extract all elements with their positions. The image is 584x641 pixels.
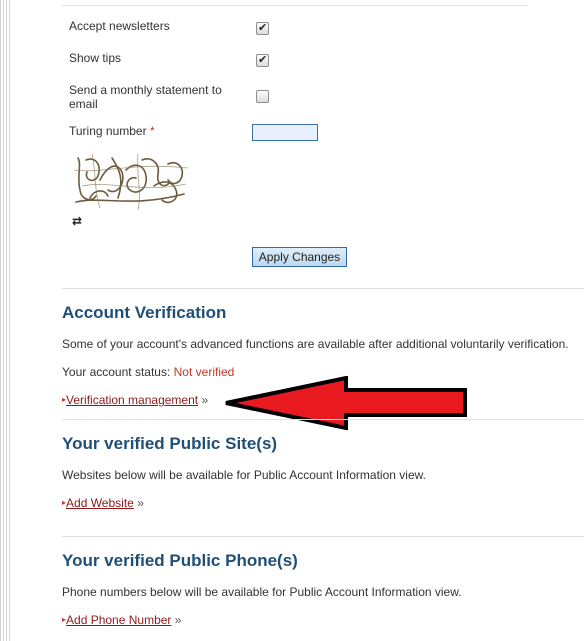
section-divider (62, 419, 584, 420)
verification-management-row: ▸Verification management » (62, 393, 208, 407)
turing-number-input[interactable] (252, 124, 318, 141)
public-sites-description: Websites below will be available for Pub… (62, 468, 426, 482)
account-status-label: Your account status: (62, 365, 171, 379)
add-phone-number-link[interactable]: Add Phone Number (66, 613, 171, 627)
link-suffix: » (137, 496, 144, 510)
apply-changes-button[interactable]: Apply Changes (252, 247, 347, 267)
public-sites-title: Your verified Public Site(s) (62, 434, 278, 453)
monthly-statement-label: Send a monthly statement to email (69, 83, 222, 111)
bullet-icon: ▸ (62, 395, 67, 404)
refresh-icon[interactable]: ⇄ (72, 214, 82, 228)
add-website-link[interactable]: Add Website (66, 496, 134, 510)
verification-management-link[interactable]: Verification management (66, 393, 198, 407)
bullet-icon: ▸ (62, 498, 67, 507)
turing-number-label-text: Turing number (69, 124, 147, 138)
left-border-strip (0, 0, 12, 641)
top-divider (62, 5, 528, 6)
check-icon: ✔ (258, 53, 268, 66)
turing-number-label: Turing number * (69, 124, 155, 138)
show-tips-checkbox[interactable]: ✔ (256, 53, 269, 67)
monthly-statement-checkbox[interactable] (256, 90, 269, 103)
section-divider (62, 288, 584, 289)
bullet-icon: ▸ (62, 615, 67, 624)
monthly-statement-label-line1: Send a monthly statement to (69, 83, 222, 97)
red-arrow-icon (225, 376, 467, 430)
account-verification-title: Account Verification (62, 303, 227, 322)
captcha-image (73, 153, 189, 211)
show-tips-label: Show tips (69, 51, 122, 65)
account-verification-description: Some of your account's advanced function… (62, 337, 569, 351)
accept-newsletters-checkbox[interactable]: ✔ (256, 21, 269, 35)
add-website-row: ▸Add Website » (62, 496, 144, 510)
public-phones-title: Your verified Public Phone(s) (62, 551, 298, 570)
accept-newsletters-label: Accept newsletters (69, 19, 170, 33)
monthly-statement-label-line2: email (69, 97, 98, 111)
section-divider (62, 536, 584, 537)
required-marker: * (149, 124, 155, 138)
public-phones-description: Phone numbers below will be available fo… (62, 585, 462, 599)
link-suffix: » (174, 613, 182, 627)
check-icon: ✔ (258, 21, 268, 34)
account-status: Your account status: Not verified (62, 365, 234, 379)
link-suffix: » (201, 393, 209, 407)
add-phone-row: ▸Add Phone Number » (62, 613, 181, 627)
